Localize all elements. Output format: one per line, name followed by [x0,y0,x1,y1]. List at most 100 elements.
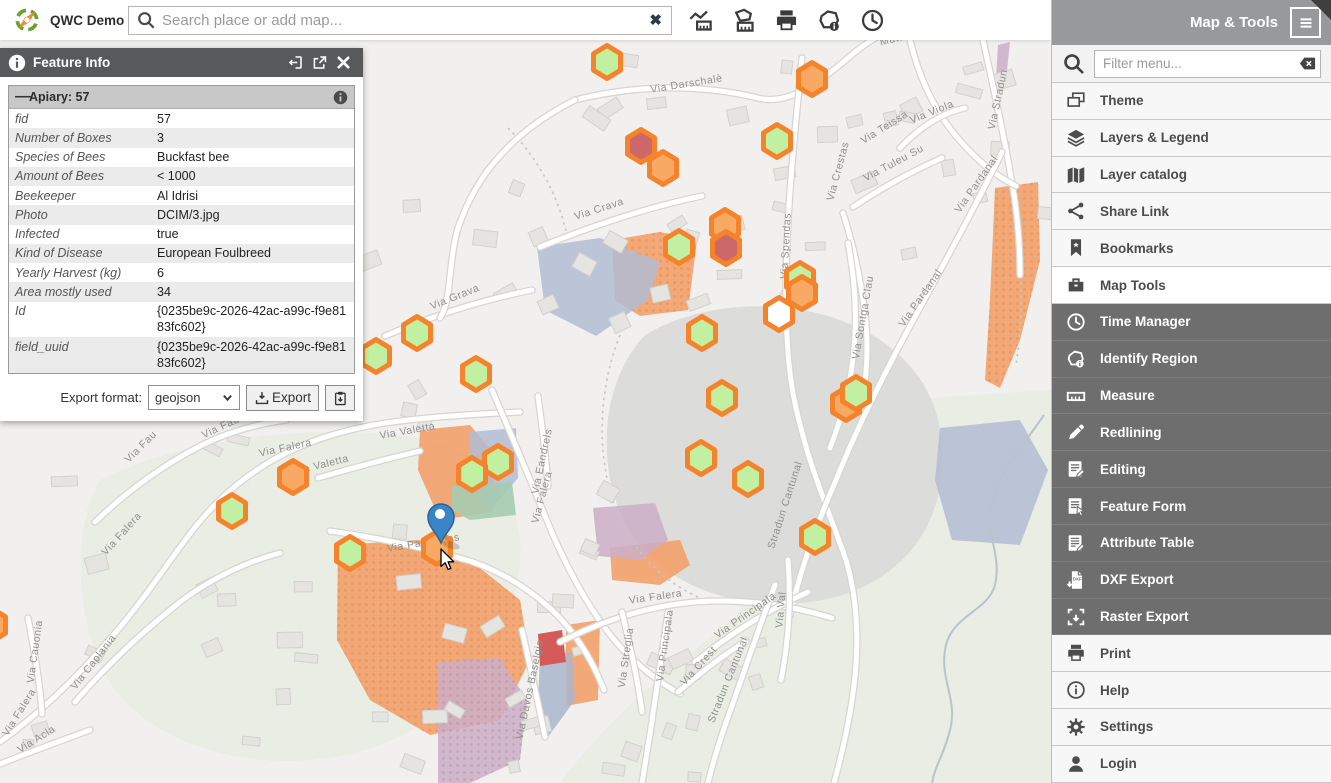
apiary-marker-green[interactable] [404,317,431,350]
attribute-value: Al Idrisi [157,188,354,204]
sidebar-filter-row [1052,45,1331,83]
attribute-value: 6 [157,265,354,281]
apiary-marker-orange[interactable] [0,609,6,642]
sidebar-item-raster-export[interactable]: Raster Export [1052,599,1331,636]
sidebar-item-label: Raster Export [1100,609,1189,624]
search-input[interactable] [162,12,640,29]
sidebar-item-measure[interactable]: Measure [1052,378,1331,415]
apiary-marker-green[interactable] [735,463,762,496]
apiary-marker-green[interactable] [666,231,693,264]
feature-info-titlebar[interactable]: Feature Info [0,48,363,77]
feature-attribute-row: Amount of Bees < 1000 [9,167,354,186]
sidebar-item-settings[interactable]: Settings [1052,709,1331,746]
close-panel-button[interactable] [331,52,355,74]
apiary-marker-green[interactable] [337,537,364,570]
print-icon [773,7,800,34]
dock-panel-button[interactable] [283,52,307,74]
search-box: ✖ [128,6,672,35]
toolbox-icon [1052,274,1100,296]
sidebar-item-login[interactable]: Login [1052,746,1331,783]
attribute-value: true [157,226,354,242]
export-format-select[interactable]: geojson [148,385,240,410]
export-row: Export format: geojson Export [8,385,355,411]
apiary-marker-green[interactable] [219,495,246,528]
sidebar-item-print[interactable]: Print [1052,635,1331,672]
measure-line-button[interactable] [685,5,715,35]
feature-attribute-row: Number of Boxes 3 [9,128,354,147]
copy-to-clipboard-button[interactable] [325,385,355,411]
sidebar-item-dxf-export[interactable]: DXF DXF Export [1052,562,1331,599]
apiary-marker-green[interactable] [843,377,870,410]
sidebar-item-time-manager[interactable]: Time Manager [1052,304,1331,341]
apiary-marker-green[interactable] [459,458,486,491]
theme-icon [1052,90,1100,112]
attribute-value: European Foulbreed [157,245,354,261]
sidebar-item-label: Identify Region [1100,351,1198,366]
collapse-icon[interactable]: — [15,88,29,106]
sidebar-item-map-tools[interactable]: Map Tools [1052,267,1331,304]
export-button[interactable]: Export [246,385,319,411]
sidebar-item-feature-form[interactable]: Feature Form [1052,488,1331,525]
apiary-marker-green[interactable] [363,340,390,373]
dock-icon [287,54,304,71]
sidebar-item-redlining[interactable]: Redlining [1052,414,1331,451]
feature-attribute-row: Id {0235be9c-2026-42ac-a99c-f9e8183fc602… [9,302,354,338]
sidebar-item-label: Theme [1100,93,1144,108]
time-manager-button[interactable] [857,5,887,35]
clipboard-icon [332,390,348,406]
export-format-label: Export format: [60,390,142,405]
apiary-marker-green[interactable] [485,446,512,479]
sidebar-item-help[interactable]: Help [1052,672,1331,709]
feature-header-row[interactable]: — Apiary: 57 [9,86,354,109]
close-icon [335,54,352,71]
help-icon [1052,679,1100,701]
apiary-marker-green[interactable] [709,382,736,415]
sidebar-item-layers-and-legend[interactable]: Layers & Legend [1052,120,1331,157]
feature-attribute-row: Beekeeper Al Idrisi [9,186,354,205]
attribute-label: Id [9,303,157,336]
measure-line-icon [687,7,714,34]
app-brand: QWC Demo [0,5,128,35]
apiary-marker-orange[interactable] [650,152,677,185]
apiary-marker-green[interactable] [689,317,716,350]
share-icon [1052,200,1100,222]
apiary-marker-orange[interactable] [280,461,307,494]
apiary-marker-orange[interactable] [799,63,826,96]
bookmark-icon [1052,237,1100,259]
attribute-label: field_uuid [9,339,157,372]
time-manager-icon [859,7,886,34]
external-window-icon [311,54,328,71]
sidebar-item-label: Map Tools [1100,278,1166,293]
print-button[interactable] [771,5,801,35]
apiary-marker-white[interactable] [766,298,793,331]
sidebar-item-theme[interactable]: Theme [1052,83,1331,120]
apiary-marker-green[interactable] [764,125,791,158]
feature-attribute-row: field_uuid {0235be9c-2026-42ac-a99c-f9e8… [9,337,354,373]
identify-region-button[interactable] [814,5,844,35]
feature-info-icon[interactable] [333,90,348,105]
sidebar-item-bookmarks[interactable]: Bookmarks [1052,230,1331,267]
apiary-marker-green[interactable] [594,46,621,79]
sidebar-item-share-link[interactable]: Share Link [1052,193,1331,230]
sidebar-item-attribute-table[interactable]: Attribute Table [1052,525,1331,562]
sidebar-item-layer-catalog[interactable]: Layer catalog [1052,157,1331,194]
search-icon [136,10,156,30]
sidebar-item-label: Layer catalog [1100,167,1187,182]
filter-clear-icon[interactable] [1299,56,1316,71]
attribute-label: Kind of Disease [9,245,157,261]
sidebar-item-editing[interactable]: Editing [1052,451,1331,488]
attribute-label: Beekeeper [9,188,157,204]
filter-menu-input[interactable] [1094,50,1321,78]
search-clear-button[interactable]: ✖ [640,11,671,29]
apiary-marker-green[interactable] [463,358,490,391]
measure-area-button[interactable] [728,5,758,35]
attribute-value: {0235be9c-2026-42ac-a99c-f9e8183fc602} [157,303,354,336]
attribute-label: Infected [9,226,157,242]
sidebar-item-label: Login [1100,756,1137,771]
apiary-marker-green[interactable] [802,521,829,554]
attribute-value: {0235be9c-2026-42ac-a99c-f9e8183fc602} [157,339,354,372]
apiary-marker-red[interactable] [713,232,740,265]
open-window-button[interactable] [307,52,331,74]
apiary-marker-green[interactable] [688,442,715,475]
sidebar-item-identify-region[interactable]: Identify Region [1052,341,1331,378]
